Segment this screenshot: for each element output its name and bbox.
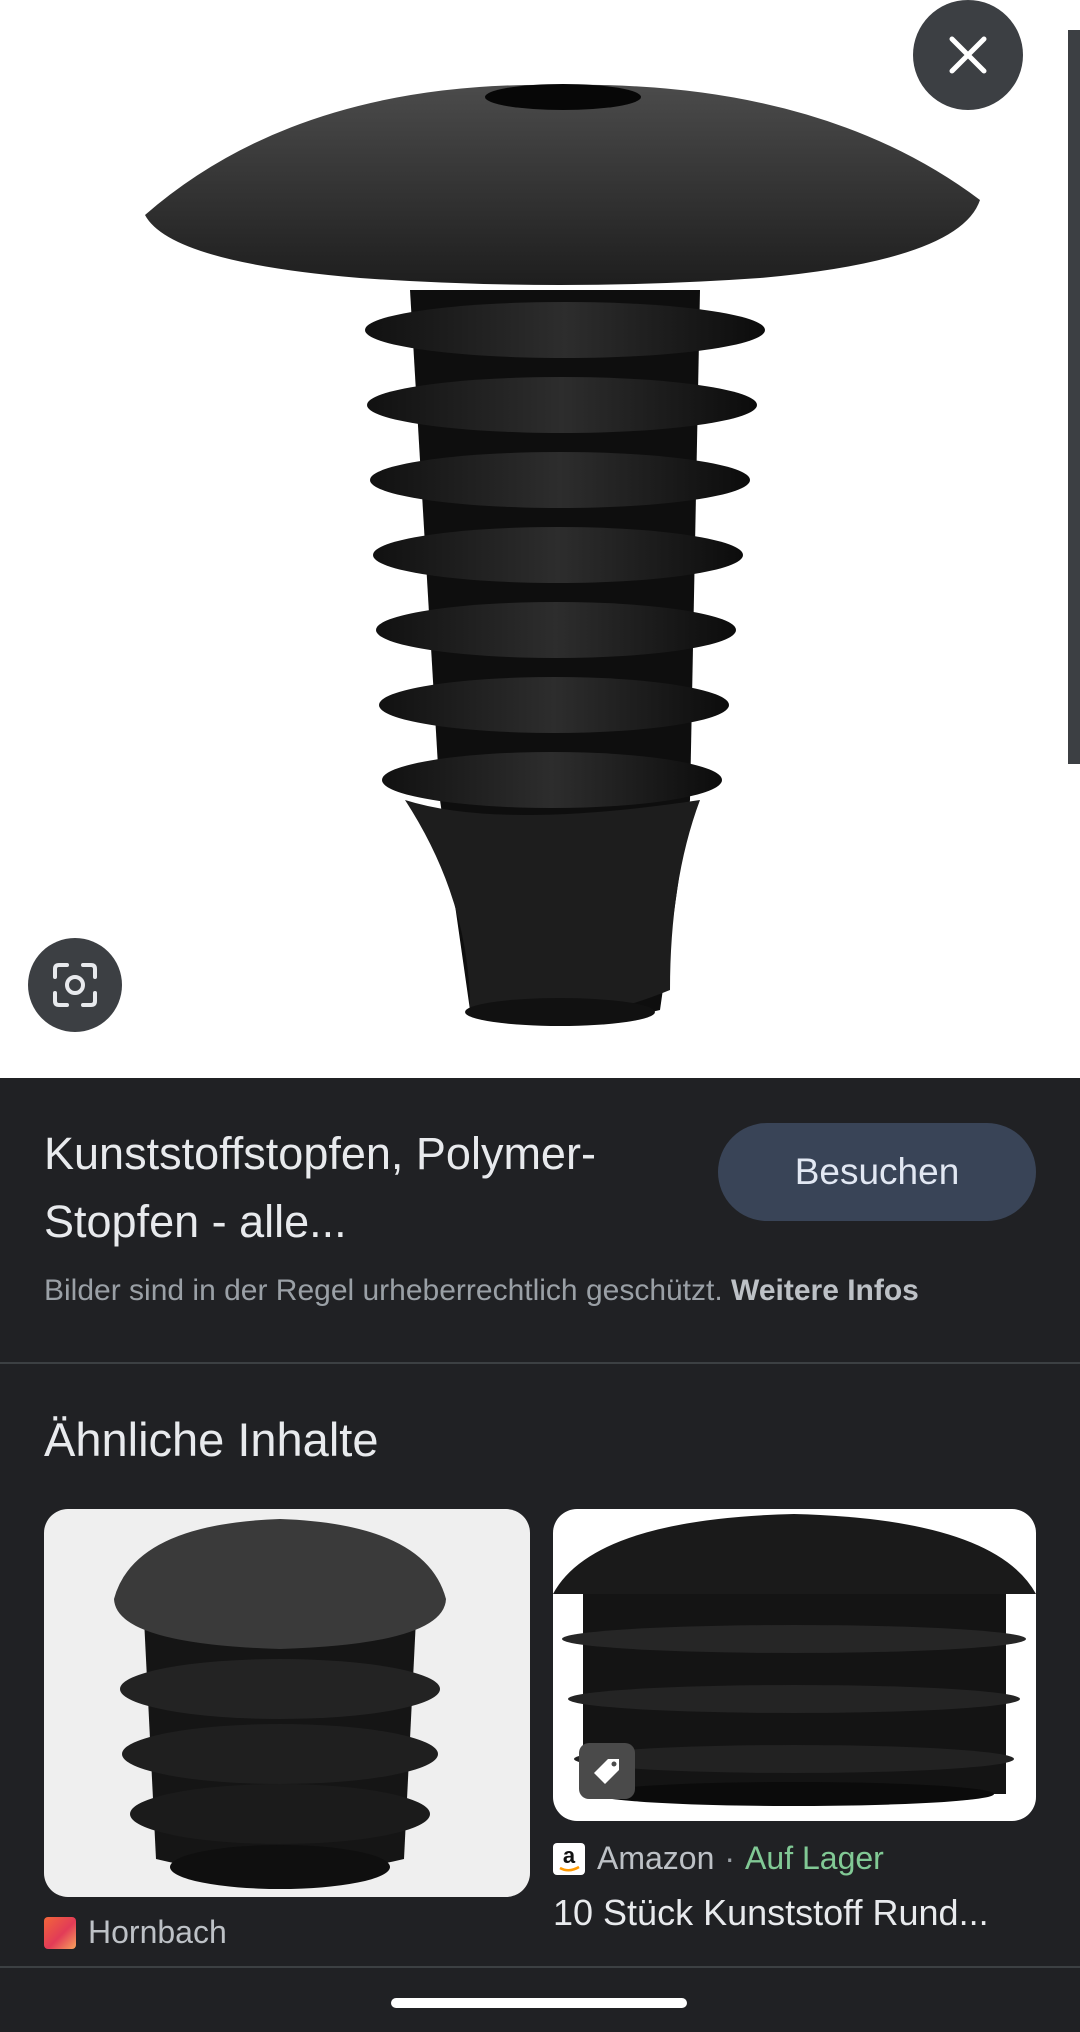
similar-item-image[interactable]	[44, 1509, 530, 1897]
product-image	[145, 84, 980, 1026]
google-lens-icon	[53, 963, 97, 1007]
source-name: Amazon	[597, 1840, 715, 1876]
source-name: Hornbach	[88, 1914, 227, 1950]
close-button[interactable]	[913, 0, 1023, 110]
similar-item-source[interactable]: Hornbach	[44, 1914, 227, 1951]
hornbach-favicon	[44, 1916, 76, 1949]
separator: ·	[724, 1840, 736, 1876]
availability-badge: Auf Lager	[745, 1840, 884, 1876]
similar-item-title[interactable]: 10 Stück Kunststoff Rund...	[553, 1892, 1043, 1934]
similar-item-source[interactable]: a Amazon · Auf Lager	[553, 1840, 884, 1877]
svg-text:a: a	[563, 1843, 576, 1868]
similar-item-image[interactable]	[553, 1509, 1036, 1821]
result-title[interactable]: Kunststoffstopfen, Polymer-Stopfen - all…	[44, 1120, 684, 1256]
result-info-panel: Kunststoffstopfen, Polymer-Stopfen - all…	[0, 1078, 1080, 1364]
system-navigation-bar	[0, 1966, 1080, 2032]
close-icon	[949, 36, 987, 74]
visit-button[interactable]: Besuchen	[718, 1123, 1036, 1221]
amazon-favicon: a	[553, 1842, 585, 1875]
similar-heading: Ähnliche Inhalte	[44, 1413, 379, 1466]
copyright-text: Bilder sind in der Regel urheberrechtlic…	[44, 1274, 723, 1307]
price-tag-badge	[579, 1743, 635, 1799]
product-thumbnail	[114, 1519, 446, 1889]
more-info-link[interactable]: Weitere Infos	[731, 1274, 919, 1307]
home-gesture-handle[interactable]	[391, 1998, 687, 2008]
google-lens-button[interactable]	[28, 938, 122, 1032]
copyright-notice: Bilder sind in der Regel urheberrechtlic…	[44, 1274, 919, 1308]
main-image-viewer	[0, 0, 1080, 1078]
scrollbar[interactable]	[1068, 30, 1080, 764]
tag-icon	[594, 1759, 619, 1784]
